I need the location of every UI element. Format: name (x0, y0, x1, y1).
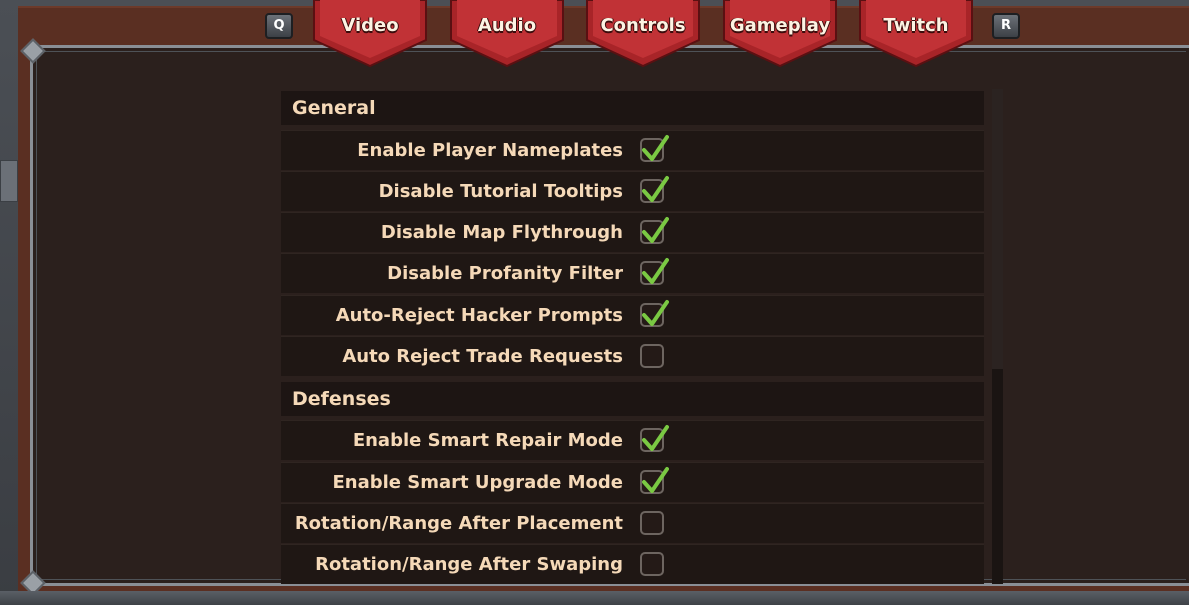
frame-bottom (0, 591, 1189, 605)
enable-smart-upgrade-mode-checkbox[interactable] (640, 467, 669, 494)
tab-label: Gameplay (729, 15, 831, 36)
auto-reject-trade-requests-checkbox[interactable] (640, 344, 664, 368)
option-row: Rotation/Range After Swaping (281, 544, 984, 584)
checkmark-icon (642, 135, 669, 161)
option-label: Enable Smart Upgrade Mode (332, 472, 623, 493)
option-row: Rotation/Range After Placement (281, 503, 984, 543)
enable-player-nameplates-checkbox[interactable] (640, 135, 669, 162)
option-label: Enable Smart Repair Mode (352, 430, 623, 451)
tab-gameplay[interactable]: Gameplay (720, 0, 840, 68)
option-label: Auto Reject Trade Requests (342, 346, 623, 367)
section-header-general: General (281, 91, 984, 125)
enable-smart-repair-mode-checkbox[interactable] (640, 425, 669, 452)
option-row: Auto-Reject Hacker Prompts (281, 295, 984, 335)
disable-map-flythrough-checkbox[interactable] (640, 217, 669, 244)
option-row: Disable Map Flythrough (281, 212, 984, 252)
frame-rail (0, 160, 18, 202)
tab-audio[interactable]: Audio (447, 0, 567, 68)
checkmark-icon (642, 467, 669, 493)
option-row: Enable Player Nameplates (281, 130, 984, 170)
checkmark-icon (642, 300, 669, 326)
next-tab-key[interactable]: R (992, 13, 1020, 39)
tab-label: Twitch (883, 15, 949, 36)
scrollbar[interactable] (992, 89, 1003, 584)
tab-label: Audio (477, 15, 537, 36)
prev-tab-key[interactable]: Q (265, 13, 293, 39)
checkmark-icon (642, 176, 669, 202)
section-header-defenses: Defenses (281, 382, 984, 416)
tab-bar: Q Video Audio Controls Gameplay Twitch R (0, 0, 1189, 75)
checkmark-icon (642, 258, 669, 284)
auto-reject-hacker-prompts-checkbox[interactable] (640, 300, 669, 327)
option-row: Auto Reject Trade Requests (281, 336, 984, 376)
option-label: Rotation/Range After Placement (294, 513, 623, 534)
rotation-range-after-swaping-checkbox[interactable] (640, 552, 664, 576)
option-label: Disable Tutorial Tooltips (378, 181, 623, 202)
option-row: Enable Smart Repair Mode (281, 420, 984, 460)
tab-twitch[interactable]: Twitch (856, 0, 976, 68)
option-label: Disable Map Flythrough (380, 222, 623, 243)
rotation-range-after-placement-checkbox[interactable] (640, 511, 664, 535)
tab-label: Video (341, 15, 399, 36)
option-row: Disable Profanity Filter (281, 253, 984, 293)
option-label: Enable Player Nameplates (357, 140, 623, 161)
option-label: Auto-Reject Hacker Prompts (335, 305, 623, 326)
checkmark-icon (642, 217, 669, 243)
disable-tutorial-tooltips-checkbox[interactable] (640, 176, 669, 203)
checkmark-icon (642, 425, 669, 451)
tab-video[interactable]: Video (310, 0, 430, 68)
option-row: Disable Tutorial Tooltips (281, 171, 984, 211)
settings-list: General Enable Player Nameplates Disable… (281, 89, 984, 584)
scrollbar-thumb[interactable] (992, 89, 1003, 369)
tab-label: Controls (600, 15, 686, 36)
disable-profanity-filter-checkbox[interactable] (640, 258, 669, 285)
option-row: Enable Smart Upgrade Mode (281, 462, 984, 502)
tab-controls[interactable]: Controls (583, 0, 703, 68)
option-label: Disable Profanity Filter (387, 263, 623, 284)
option-label: Rotation/Range After Swaping (315, 554, 623, 575)
